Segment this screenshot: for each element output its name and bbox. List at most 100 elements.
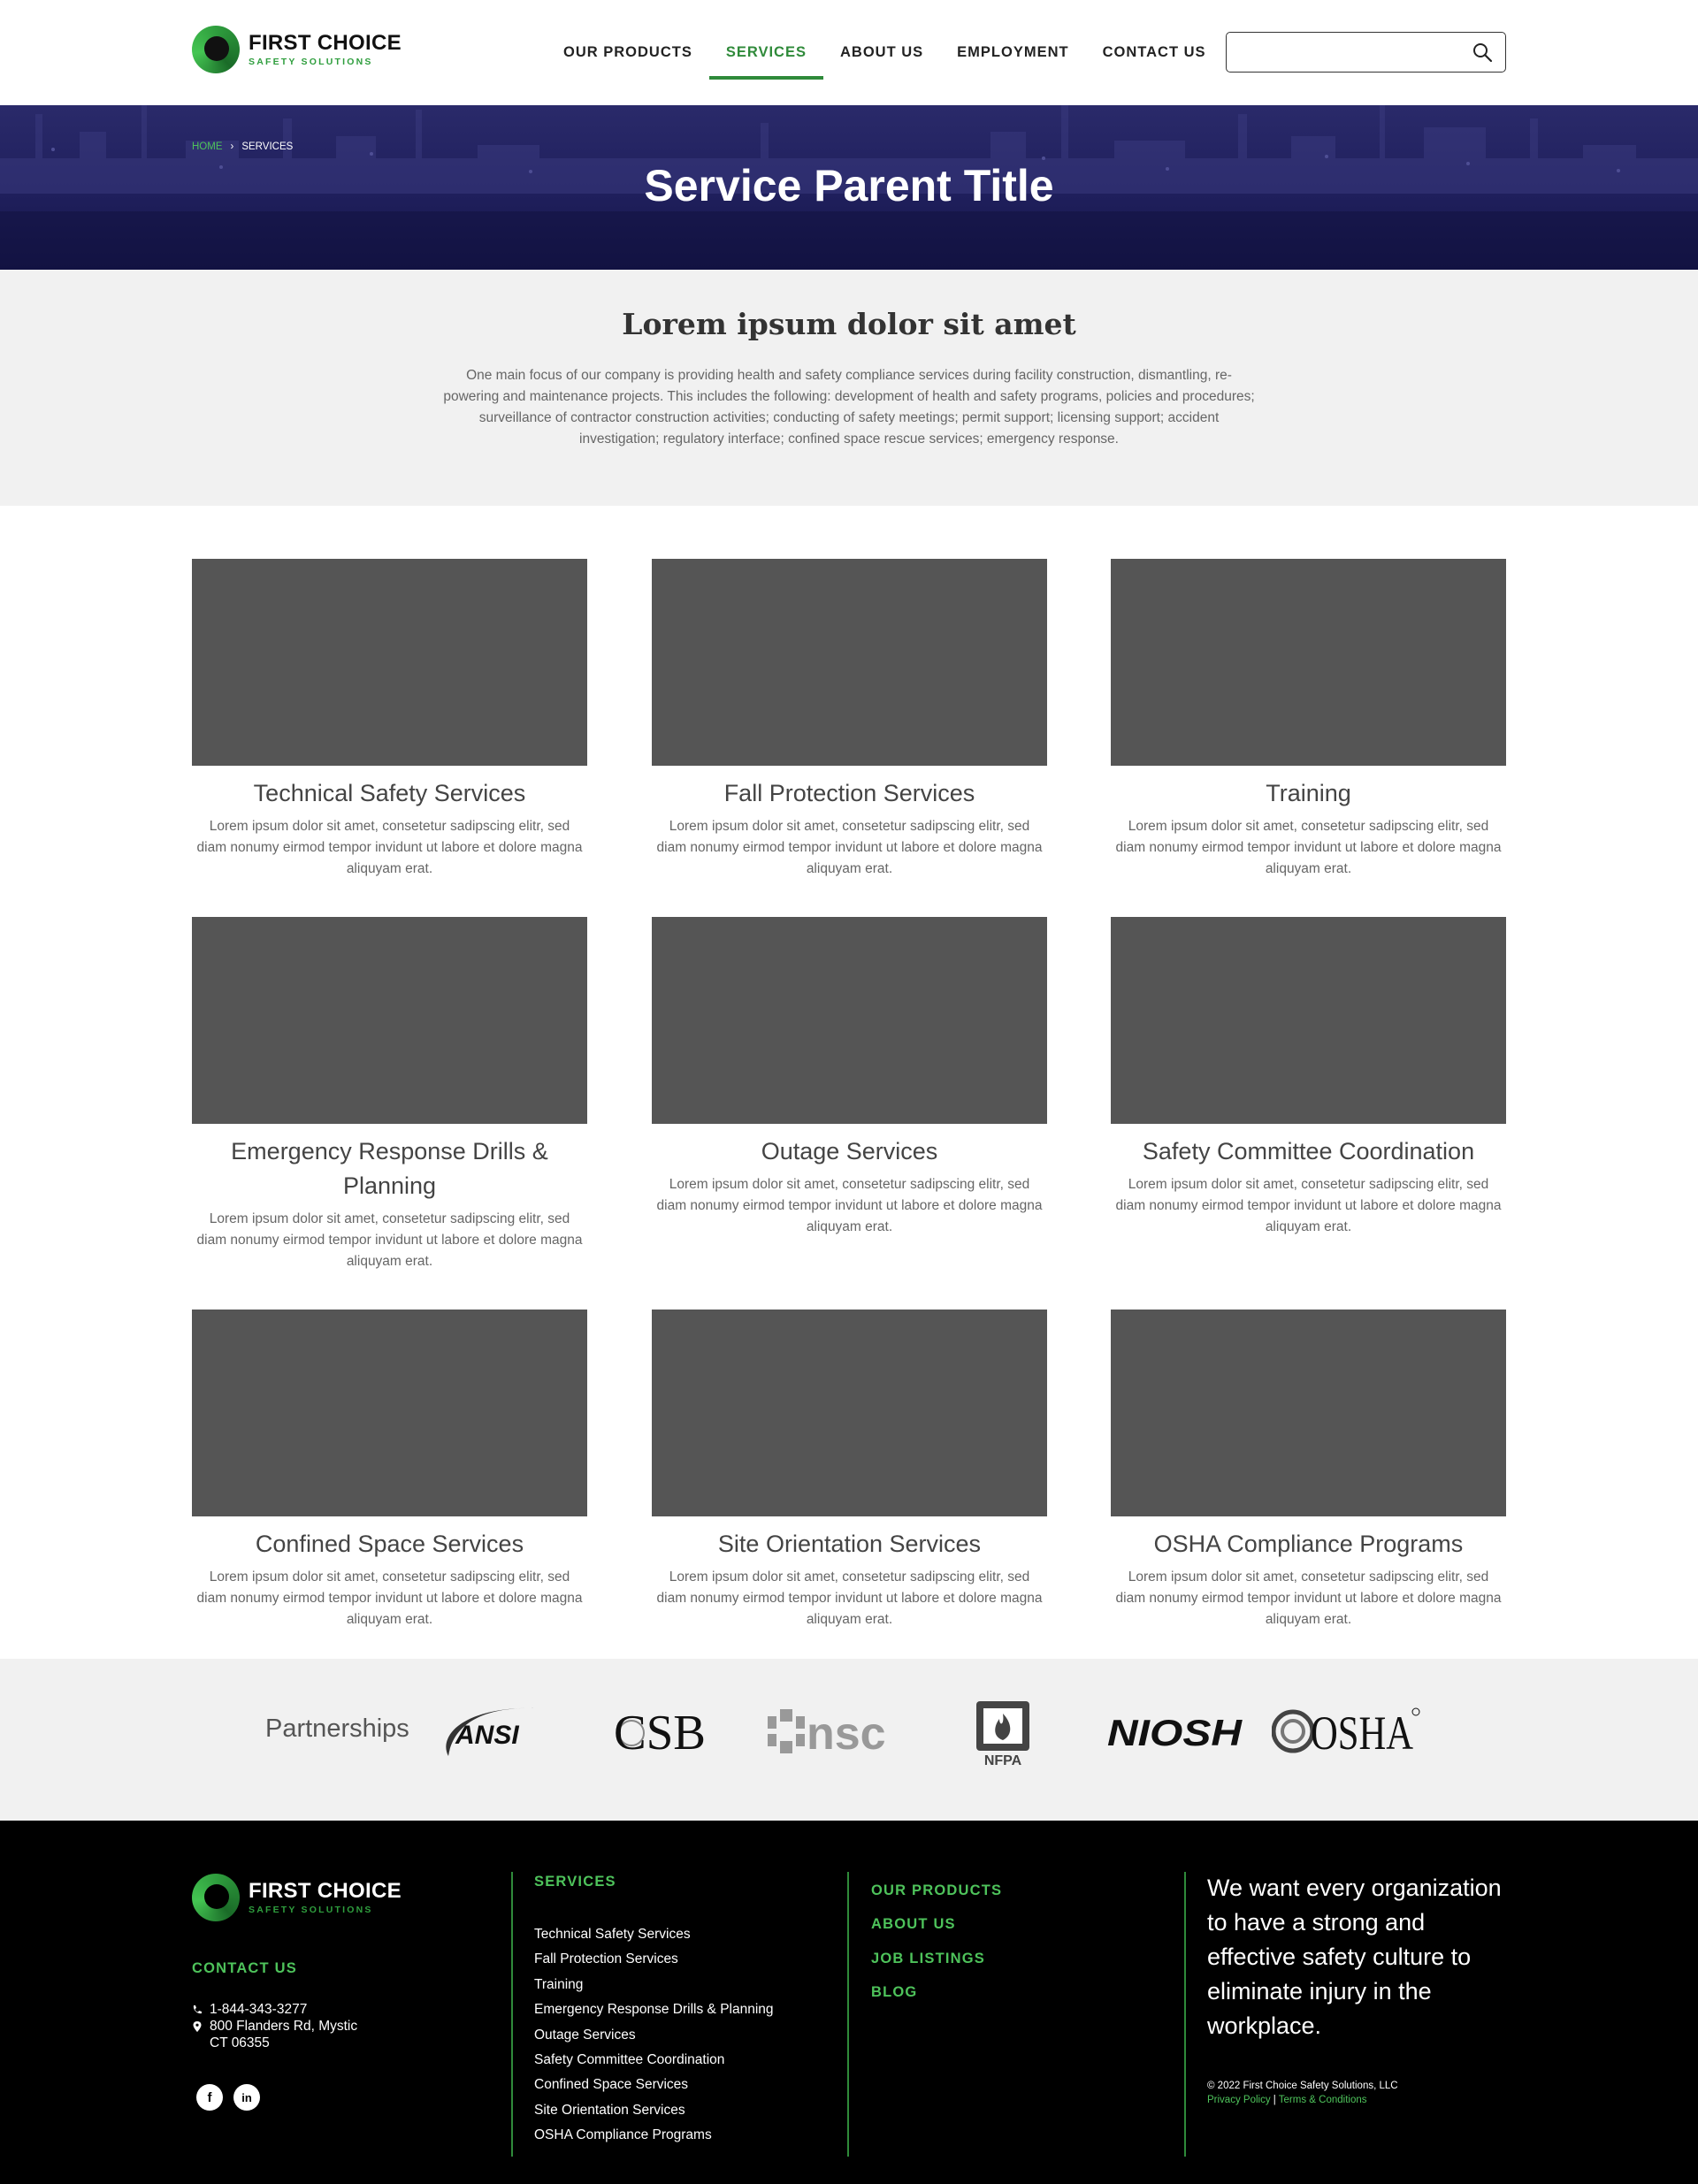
partnerships-bar: Partnerships ANSI CSB nsc NFPA NIOSH OSH… bbox=[0, 1659, 1698, 1821]
intro-section: Lorem ipsum dolor sit amet One main focu… bbox=[0, 270, 1698, 506]
footer-logo-title: FIRST CHOICE bbox=[249, 1878, 402, 1903]
service-card[interactable]: Confined Space Services Lorem ipsum dolo… bbox=[192, 1310, 587, 1630]
service-image-placeholder[interactable] bbox=[192, 559, 587, 766]
nfpa-logo[interactable]: NFPA bbox=[973, 1699, 1033, 1768]
social-links: f in bbox=[196, 2084, 260, 2111]
footer-service-link[interactable]: Site Orientation Services bbox=[534, 2098, 774, 2123]
service-card[interactable]: Outage Services Lorem ipsum dolor sit am… bbox=[652, 917, 1047, 1238]
footer-divider bbox=[847, 1872, 849, 2157]
intro-body: One main focus of our company is providi… bbox=[443, 368, 1255, 447]
nav-our-products[interactable]: OUR PRODUCTS bbox=[547, 0, 709, 105]
partnerships-label: Partnerships bbox=[265, 1714, 409, 1743]
site-logo[interactable]: FIRST CHOICE SAFETY SOLUTIONS bbox=[192, 26, 402, 73]
service-image-placeholder[interactable] bbox=[1111, 559, 1506, 766]
service-card[interactable]: Fall Protection Services Lorem ipsum dol… bbox=[652, 559, 1047, 880]
terms-link[interactable]: Terms & Conditions bbox=[1279, 2095, 1367, 2105]
footer-contact-heading: CONTACT US bbox=[192, 1960, 297, 1976]
ansi-logo[interactable]: ANSI bbox=[436, 1701, 540, 1763]
nfpa-logo-text: NFPA bbox=[984, 1753, 1022, 1768]
service-card[interactable]: Technical Safety Services Lorem ipsum do… bbox=[192, 559, 587, 880]
nsc-logo[interactable]: nsc bbox=[766, 1707, 899, 1756]
service-image-placeholder[interactable] bbox=[192, 1310, 587, 1516]
service-title[interactable]: Technical Safety Services bbox=[192, 776, 587, 811]
service-title[interactable]: Site Orientation Services bbox=[652, 1527, 1047, 1562]
footer-service-link[interactable]: OSHA Compliance Programs bbox=[534, 2123, 774, 2148]
footer-logo[interactable]: FIRST CHOICE SAFETY SOLUTIONS bbox=[192, 1874, 402, 1921]
footer-phone[interactable]: 1-844-343-3277 bbox=[210, 2001, 307, 2018]
service-image-placeholder[interactable] bbox=[1111, 917, 1506, 1124]
footer-link-job-listings[interactable]: JOB LISTINGS bbox=[871, 1942, 1002, 1975]
footer-service-link[interactable]: Fall Protection Services bbox=[534, 1947, 774, 1972]
service-image-placeholder[interactable] bbox=[192, 917, 587, 1124]
service-image-placeholder[interactable] bbox=[652, 1310, 1047, 1516]
service-title[interactable]: Safety Committee Coordination bbox=[1111, 1134, 1506, 1169]
footer-link-blog[interactable]: BLOG bbox=[871, 1975, 1002, 2009]
footer-links-column: OUR PRODUCTS ABOUT US JOB LISTINGS BLOG bbox=[871, 1874, 1002, 2010]
footer-service-link[interactable]: Emergency Response Drills & Planning bbox=[534, 1997, 774, 2022]
service-title[interactable]: Outage Services bbox=[652, 1134, 1047, 1169]
service-description: Lorem ipsum dolor sit amet, consetetur s… bbox=[656, 1569, 1043, 1627]
service-card[interactable]: Safety Committee Coordination Lorem ipsu… bbox=[1111, 917, 1506, 1238]
legal-separator: | bbox=[1273, 2095, 1276, 2105]
logo-text: FIRST CHOICE SAFETY SOLUTIONS bbox=[249, 30, 402, 67]
service-description: Lorem ipsum dolor sit amet, consetetur s… bbox=[196, 819, 583, 876]
logo-subtitle: SAFETY SOLUTIONS bbox=[249, 56, 373, 67]
service-title[interactable]: Training bbox=[1111, 776, 1506, 811]
breadcrumb-home[interactable]: HOME bbox=[192, 141, 223, 152]
footer-service-link[interactable]: Safety Committee Coordination bbox=[534, 2048, 774, 2073]
logo-title: FIRST CHOICE bbox=[249, 30, 402, 55]
service-description: Lorem ipsum dolor sit amet, consetetur s… bbox=[1115, 1569, 1502, 1627]
footer-contact-info: 1-844-343-3277 800 Flanders Rd, Mystic C… bbox=[192, 2001, 357, 2051]
address-row: 800 Flanders Rd, Mystic CT 06355 bbox=[192, 2018, 357, 2051]
footer-legal: © 2022 First Choice Safety Solutions, LL… bbox=[1207, 2079, 1398, 2107]
service-title[interactable]: Emergency Response Drills & Planning bbox=[192, 1134, 587, 1203]
phone-row[interactable]: 1-844-343-3277 bbox=[192, 2001, 357, 2018]
phone-icon bbox=[193, 2005, 202, 2014]
niosh-logo-text: NIOSH bbox=[1107, 1712, 1243, 1753]
search-input[interactable] bbox=[1235, 33, 1465, 70]
service-image-placeholder[interactable] bbox=[652, 559, 1047, 766]
linkedin-icon[interactable]: in bbox=[233, 2084, 260, 2111]
nav-about-us[interactable]: ABOUT US bbox=[823, 0, 940, 105]
footer-link-our-products[interactable]: OUR PRODUCTS bbox=[871, 1874, 1002, 1907]
service-card[interactable]: Site Orientation Services Lorem ipsum do… bbox=[652, 1310, 1047, 1630]
footer-address-line1: 800 Flanders Rd, Mystic bbox=[210, 2019, 358, 2034]
service-image-placeholder[interactable] bbox=[652, 917, 1047, 1124]
service-card[interactable]: Emergency Response Drills & Planning Lor… bbox=[192, 917, 587, 1272]
logo-mark-icon bbox=[192, 1874, 240, 1921]
nav-employment[interactable]: EMPLOYMENT bbox=[940, 0, 1085, 105]
csb-logo-text: CSB bbox=[614, 1706, 706, 1758]
service-title[interactable]: Fall Protection Services bbox=[652, 776, 1047, 811]
service-description: Lorem ipsum dolor sit amet, consetetur s… bbox=[1115, 819, 1502, 876]
service-title[interactable]: OSHA Compliance Programs bbox=[1111, 1527, 1506, 1562]
footer-link-about-us[interactable]: ABOUT US bbox=[871, 1907, 1002, 1941]
breadcrumb: HOME › SERVICES bbox=[192, 141, 293, 152]
logo-mark-icon bbox=[192, 26, 240, 73]
service-image-placeholder[interactable] bbox=[1111, 1310, 1506, 1516]
footer-logo-text: FIRST CHOICE SAFETY SOLUTIONS bbox=[249, 1878, 402, 1915]
search-icon[interactable] bbox=[1472, 42, 1493, 63]
service-title[interactable]: Confined Space Services bbox=[192, 1527, 587, 1562]
nav-services[interactable]: SERVICES bbox=[708, 0, 824, 105]
footer-divider bbox=[1184, 1872, 1186, 2157]
osha-logo-text: OSHA bbox=[1311, 1707, 1413, 1756]
csb-logo[interactable]: CSB bbox=[612, 1705, 709, 1758]
footer-service-link[interactable]: Outage Services bbox=[534, 2023, 774, 2048]
site-header: FIRST CHOICE SAFETY SOLUTIONS OUR PRODUC… bbox=[0, 0, 1698, 105]
service-card[interactable]: Training Lorem ipsum dolor sit amet, con… bbox=[1111, 559, 1506, 880]
hero-banner: HOME › SERVICES Service Parent Title bbox=[0, 105, 1698, 270]
service-description: Lorem ipsum dolor sit amet, consetetur s… bbox=[196, 1211, 583, 1269]
service-card[interactable]: OSHA Compliance Programs Lorem ipsum dol… bbox=[1111, 1310, 1506, 1630]
footer-logo-subtitle: SAFETY SOLUTIONS bbox=[249, 1904, 373, 1915]
service-description: Lorem ipsum dolor sit amet, consetetur s… bbox=[656, 819, 1043, 876]
footer-service-link[interactable]: Training bbox=[534, 1973, 774, 1997]
privacy-policy-link[interactable]: Privacy Policy bbox=[1207, 2095, 1271, 2105]
osha-logo[interactable]: OSHA bbox=[1272, 1703, 1422, 1756]
facebook-icon[interactable]: f bbox=[196, 2084, 223, 2111]
intro-title: Lorem ipsum dolor sit amet bbox=[622, 307, 1076, 341]
footer-services-heading[interactable]: SERVICES bbox=[534, 1874, 774, 1890]
footer-service-link[interactable]: Confined Space Services bbox=[534, 2073, 774, 2097]
nav-contact-us[interactable]: CONTACT US bbox=[1086, 0, 1223, 105]
footer-service-link[interactable]: Technical Safety Services bbox=[534, 1922, 774, 1947]
niosh-logo[interactable]: NIOSH bbox=[1105, 1710, 1247, 1754]
